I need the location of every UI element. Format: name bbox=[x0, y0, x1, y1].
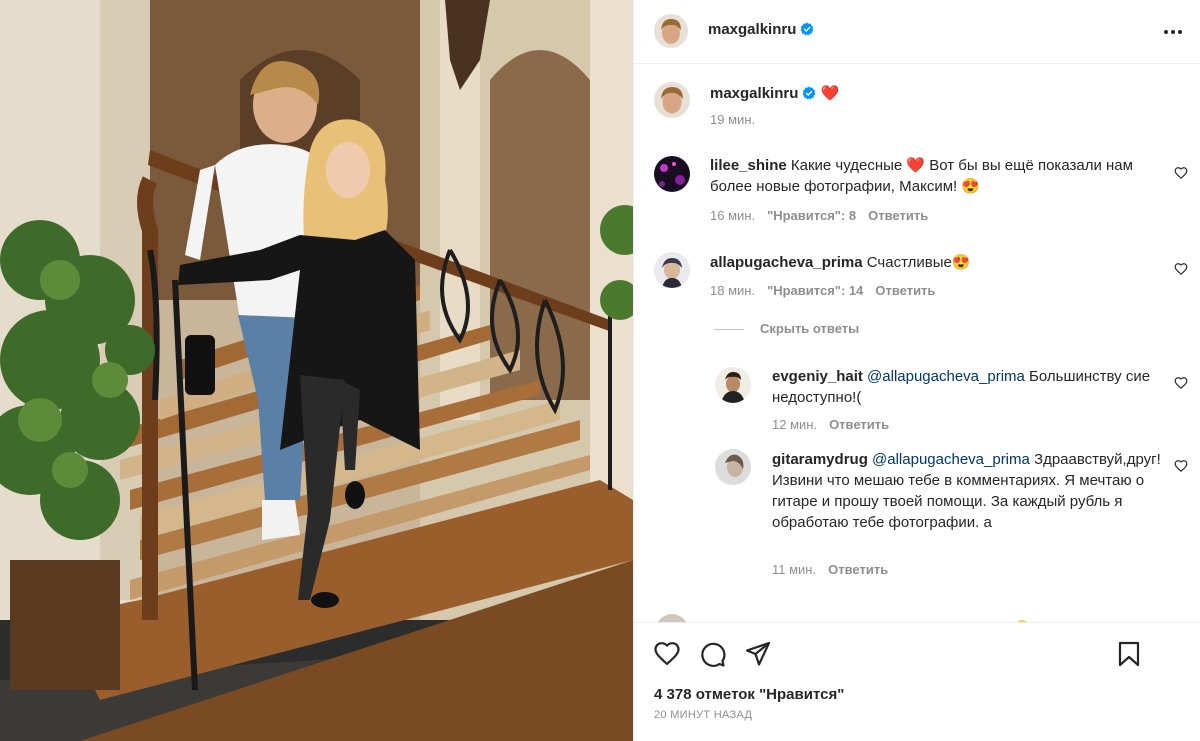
caption-text: ❤️ bbox=[820, 85, 840, 102]
comment-avatar[interactable] bbox=[654, 156, 690, 192]
photo-illustration bbox=[0, 0, 633, 741]
reply-body: evgeniy_hait @allapugacheva_prima Больши… bbox=[772, 366, 1157, 408]
post-sidebar: maxgalkinru maxgalkinru ❤️ 19 мин. lilee… bbox=[633, 0, 1200, 741]
post-photo[interactable] bbox=[0, 0, 633, 741]
hide-replies-divider bbox=[714, 329, 744, 331]
comment-username[interactable]: allapugacheva_prima bbox=[710, 254, 863, 271]
likes-count[interactable]: 4 378 отметок "Нравится" bbox=[654, 686, 844, 703]
caption: maxgalkinru ❤️ bbox=[710, 83, 839, 104]
reply-button[interactable]: Ответить bbox=[829, 417, 889, 432]
bookmark-icon[interactable] bbox=[1115, 640, 1143, 668]
reply-mention[interactable]: @allapugacheva_prima bbox=[872, 451, 1030, 468]
hide-replies-button[interactable]: Скрыть ответы bbox=[714, 321, 859, 336]
reply-username[interactable]: gitaramydrug bbox=[772, 451, 868, 468]
author-avatar[interactable] bbox=[654, 14, 688, 48]
reply-time[interactable]: 11 мин. bbox=[772, 562, 816, 577]
post-timestamp[interactable]: 20 МИНУТ НАЗАД bbox=[654, 709, 752, 721]
caption-username[interactable]: maxgalkinru bbox=[710, 85, 798, 102]
like-comment-icon[interactable] bbox=[1174, 376, 1188, 390]
verified-badge-icon bbox=[800, 22, 814, 36]
comment-time[interactable]: 16 мин. bbox=[710, 208, 755, 223]
heart-icon[interactable] bbox=[653, 640, 681, 668]
comments-list: maxgalkinru ❤️ 19 мин. lilee_shine Какие… bbox=[634, 65, 1200, 622]
reply-mention[interactable]: @allapugacheva_prima bbox=[867, 368, 1025, 385]
author-username[interactable]: maxgalkinru bbox=[708, 21, 814, 38]
comment-likes[interactable]: "Нравится": 14 bbox=[767, 283, 863, 298]
hide-replies-label[interactable]: Скрыть ответы bbox=[760, 321, 859, 336]
reply-meta: 12 мин. Ответить bbox=[772, 417, 889, 432]
comment-body: allapugacheva_prima Счастливые😍 bbox=[710, 252, 1150, 273]
partial-comment-row bbox=[654, 612, 1194, 622]
reply-avatar[interactable] bbox=[715, 449, 751, 485]
post-actions: 4 378 отметок "Нравится" 20 МИНУТ НАЗАД bbox=[634, 622, 1200, 741]
reply-button[interactable]: Ответить bbox=[875, 283, 935, 298]
more-options-icon[interactable] bbox=[1161, 20, 1185, 44]
partial-comment-clip bbox=[658, 614, 1027, 622]
like-comment-icon[interactable] bbox=[1174, 262, 1188, 276]
like-comment-icon[interactable] bbox=[1174, 166, 1188, 180]
comment-time[interactable]: 18 мин. bbox=[710, 283, 755, 298]
reply-button[interactable]: Ответить bbox=[828, 562, 888, 577]
caption-avatar[interactable] bbox=[654, 82, 690, 118]
comment-meta: 18 мин. "Нравится": 14 Ответить bbox=[710, 283, 935, 298]
comment-likes[interactable]: "Нравится": 8 bbox=[767, 208, 856, 223]
reply-time[interactable]: 12 мин. bbox=[772, 417, 817, 432]
comment-text: Счастливые😍 bbox=[866, 254, 971, 271]
comment-body: lilee_shine Какие чудесные ❤️ Вот бы вы … bbox=[710, 155, 1150, 197]
like-comment-icon[interactable] bbox=[1174, 459, 1188, 473]
comment-username[interactable]: lilee_shine bbox=[710, 157, 787, 174]
share-icon[interactable] bbox=[744, 640, 772, 668]
comment-avatar[interactable] bbox=[654, 252, 690, 288]
reply-button[interactable]: Ответить bbox=[868, 208, 928, 223]
reply-username[interactable]: evgeniy_hait bbox=[772, 368, 863, 385]
author-username-text[interactable]: maxgalkinru bbox=[708, 21, 796, 38]
post-header: maxgalkinru bbox=[634, 0, 1200, 64]
reply-body: gitaramydrug @allapugacheva_prima Здраав… bbox=[772, 449, 1172, 533]
comment-meta: 16 мин. "Нравится": 8 Ответить bbox=[710, 208, 928, 223]
reply-avatar[interactable] bbox=[715, 367, 751, 403]
comment-icon[interactable] bbox=[698, 640, 726, 668]
caption-time[interactable]: 19 мин. bbox=[710, 112, 755, 127]
reply-meta: 11 мин. Ответить bbox=[772, 562, 888, 577]
verified-badge-icon bbox=[802, 86, 816, 100]
